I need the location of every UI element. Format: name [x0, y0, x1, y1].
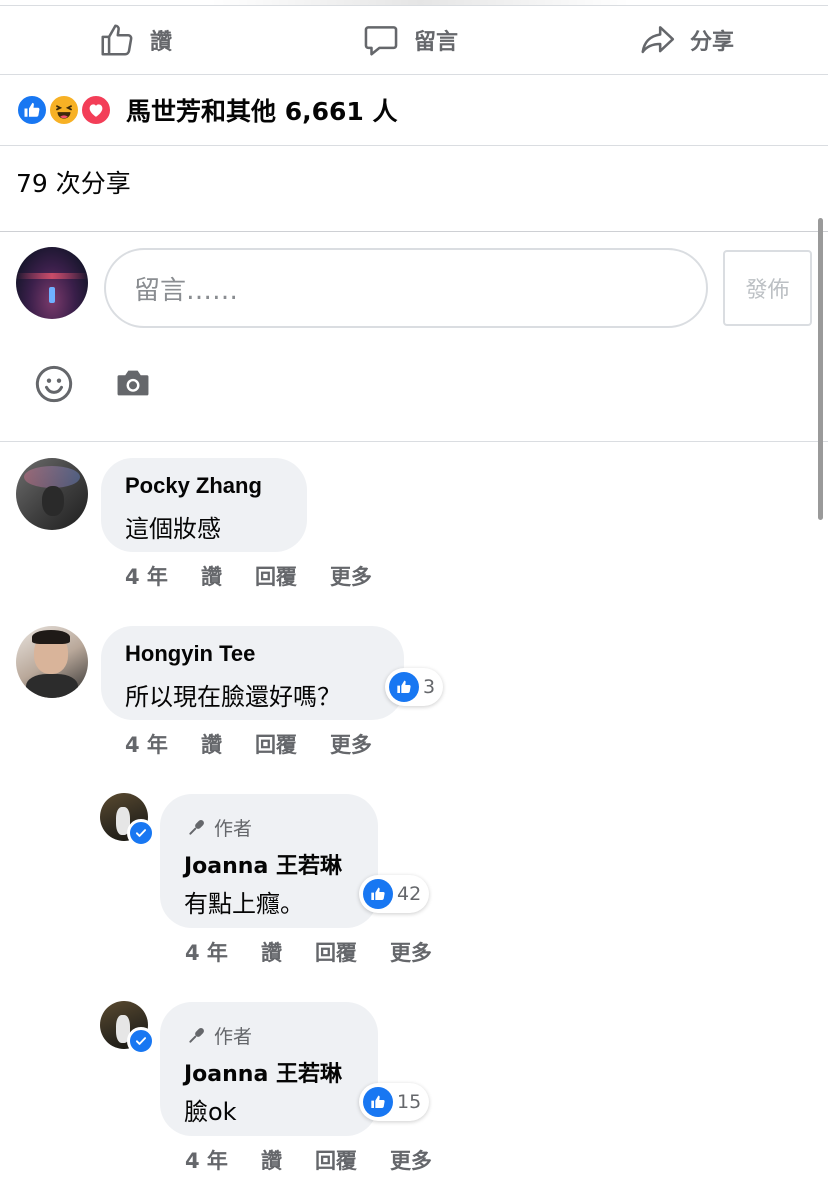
- share-arrow-icon: [641, 26, 675, 54]
- like-button[interactable]: 讚: [98, 6, 172, 74]
- post-action-bar: 讚 留言 分享: [0, 5, 828, 75]
- verified-badge-icon: [127, 1027, 155, 1055]
- emoji-icon[interactable]: [34, 364, 74, 408]
- comment-like-link[interactable]: 讚: [201, 729, 222, 759]
- shares-row: 79 次分享: [0, 146, 828, 232]
- author-badge-label: 作者: [214, 1026, 253, 1048]
- comment-meta: 4 年 讚 回覆 更多: [125, 729, 405, 759]
- comment-reply-link[interactable]: 回覆: [255, 729, 297, 759]
- reply-bubble: 作者 Joanna 王若琳 有點上癮。: [160, 794, 378, 928]
- comment-meta: 4 年 讚 回覆 更多: [185, 1145, 465, 1175]
- comment-reply-link[interactable]: 回覆: [315, 937, 357, 967]
- reactions-summary[interactable]: 馬世芳和其他 6,661 人: [0, 75, 828, 146]
- love-reaction-icon: [80, 94, 112, 126]
- like-reaction-icon: [363, 879, 393, 909]
- like-reaction-icon: [363, 1087, 393, 1117]
- camera-icon[interactable]: [114, 366, 152, 404]
- thumbs-up-icon: [101, 24, 133, 56]
- microphone-icon: [189, 819, 204, 835]
- comment-time[interactable]: 4 年: [125, 729, 168, 759]
- commenter-avatar[interactable]: [16, 458, 88, 530]
- commenter-avatar[interactable]: [16, 626, 88, 698]
- share-button[interactable]: 分享: [638, 6, 734, 74]
- comment-composer: 留言…… 發佈: [0, 232, 828, 442]
- like-count: 42: [397, 883, 422, 905]
- comment-bubble: Hongyin Tee 所以現在臉還好嗎？: [101, 626, 404, 720]
- haha-reaction-icon: [48, 94, 80, 126]
- comment-input-placeholder: 留言……: [134, 275, 239, 306]
- comment-reply-link[interactable]: 回覆: [315, 1145, 357, 1175]
- comment-like-count[interactable]: 3: [385, 668, 444, 706]
- like-label: 讚: [150, 30, 173, 55]
- comment-meta: 4 年 讚 回覆 更多: [125, 561, 405, 591]
- comment-input[interactable]: 留言……: [104, 248, 708, 328]
- comment-like-link[interactable]: 讚: [201, 561, 222, 591]
- comment-more-link[interactable]: 更多: [330, 561, 372, 591]
- commenter-name[interactable]: Joanna 王若琳: [184, 1056, 342, 1088]
- comment-meta: 4 年 讚 回覆 更多: [185, 937, 465, 967]
- post-button[interactable]: 發佈: [723, 250, 812, 326]
- comment-text: 有點上癮。: [184, 890, 304, 918]
- reply-item: 作者 Joanna 王若琳 臉ok 15 4 年 讚 回覆 更多: [0, 1001, 828, 1181]
- author-badge: 作者: [184, 814, 252, 841]
- reply-bubble: 作者 Joanna 王若琳 臉ok: [160, 1002, 378, 1136]
- comment-like-link[interactable]: 讚: [261, 937, 282, 967]
- comment-icon: [364, 26, 398, 56]
- reaction-icons: [16, 92, 116, 128]
- comment-more-link[interactable]: 更多: [390, 937, 432, 967]
- comment-bubble: Pocky Zhang 這個妝感: [101, 458, 307, 552]
- author-badge-label: 作者: [214, 818, 253, 840]
- comment-time[interactable]: 4 年: [185, 1145, 228, 1175]
- comment-like-link[interactable]: 讚: [261, 1145, 282, 1175]
- commenter-name[interactable]: Pocky Zhang: [125, 473, 262, 499]
- like-count: 15: [397, 1091, 422, 1113]
- comment-like-count[interactable]: 42: [359, 875, 430, 913]
- comment-reply-link[interactable]: 回覆: [255, 561, 297, 591]
- microphone-icon: [189, 1027, 204, 1043]
- shares-count[interactable]: 79 次分享: [16, 169, 131, 198]
- comment-button[interactable]: 留言: [362, 6, 458, 74]
- current-user-avatar: [16, 247, 88, 319]
- comment-time[interactable]: 4 年: [185, 937, 228, 967]
- comment-text: 臉ok: [184, 1098, 237, 1126]
- comment-more-link[interactable]: 更多: [390, 1145, 432, 1175]
- author-badge: 作者: [184, 1022, 252, 1049]
- comment-text: 所以現在臉還好嗎？: [125, 683, 341, 711]
- comment-more-link[interactable]: 更多: [330, 729, 372, 759]
- verified-badge-icon: [127, 819, 155, 847]
- comment-like-count[interactable]: 15: [359, 1083, 430, 1121]
- commenter-name[interactable]: Joanna 王若琳: [184, 848, 342, 880]
- reply-item: 作者 Joanna 王若琳 有點上癮。 42 4 年 讚 回覆 更多: [0, 793, 828, 973]
- commenter-name[interactable]: Hongyin Tee: [125, 641, 255, 667]
- comment-time[interactable]: 4 年: [125, 561, 168, 591]
- like-reaction-icon: [389, 672, 419, 702]
- reactions-count-text: 馬世芳和其他 6,661 人: [126, 97, 398, 126]
- share-label: 分享: [690, 30, 735, 55]
- like-count: 3: [423, 676, 436, 698]
- comment-item: Hongyin Tee 所以現在臉還好嗎？ 3 4 年 讚 回覆 更多: [0, 623, 828, 763]
- like-reaction-icon: [16, 94, 48, 126]
- post-button-label: 發佈: [745, 278, 790, 303]
- comment-label: 留言: [414, 30, 459, 55]
- comment-text: 這個妝感: [125, 515, 221, 543]
- comment-item: Pocky Zhang 這個妝感 4 年 讚 回覆 更多: [0, 455, 828, 595]
